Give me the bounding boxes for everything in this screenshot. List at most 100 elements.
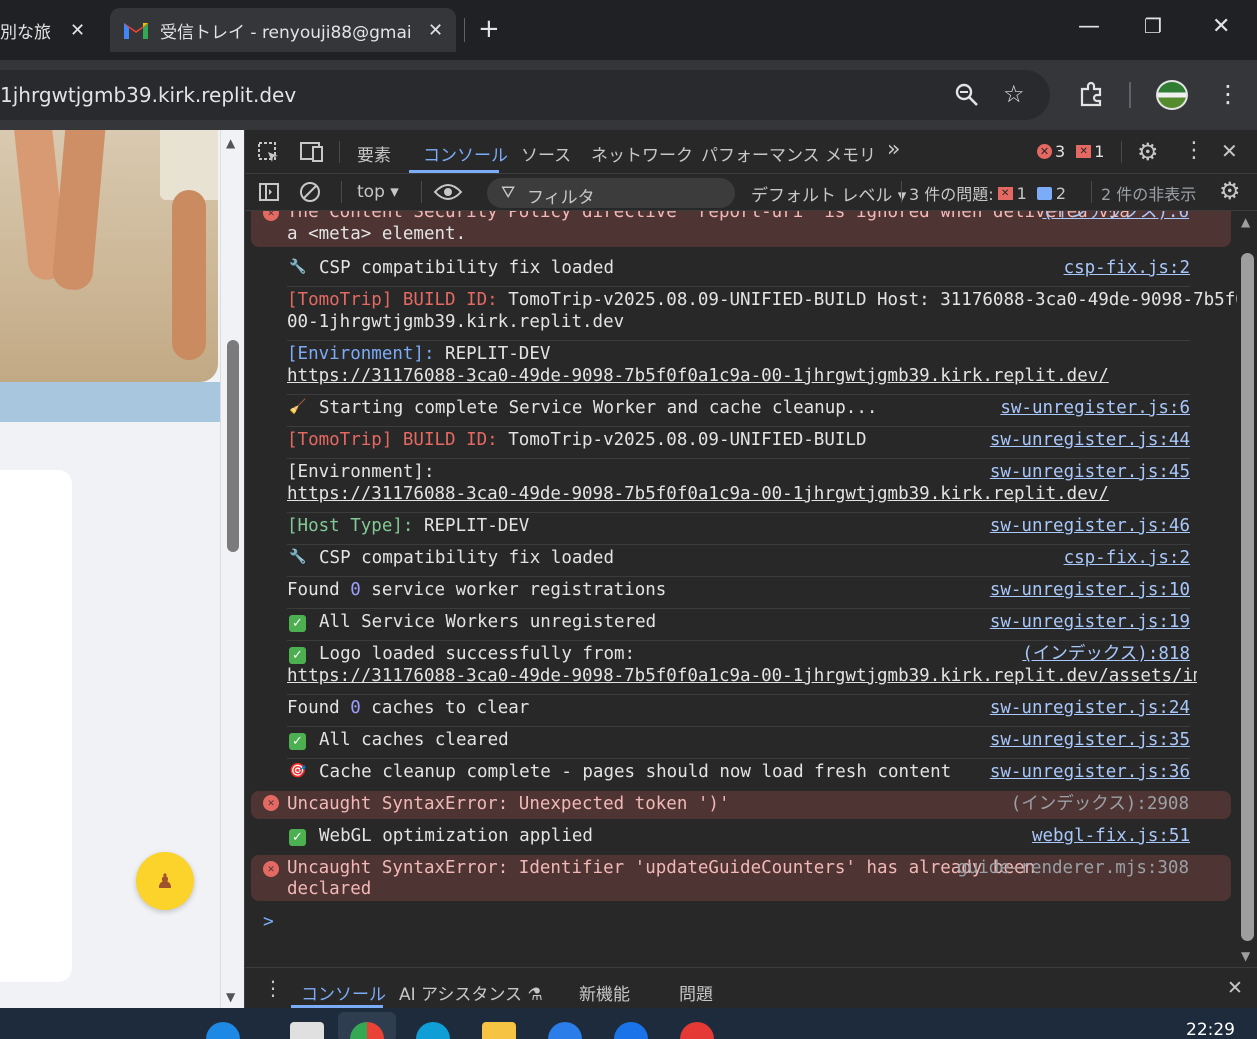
clear-console-icon[interactable] [299,181,321,203]
tab-sources[interactable]: ソース [521,141,571,166]
tab-close-icon[interactable]: ✕ [70,20,85,41]
context-value: top [357,182,385,202]
live-expression-eye-icon[interactable] [433,182,463,202]
source-link[interactable]: sw-unregister.js:44 [990,429,1190,451]
console-scrollbar[interactable]: ▲ ▼ [1237,211,1257,967]
scroll-down-icon[interactable]: ▼ [226,990,235,1004]
close-window-icon[interactable]: ✕ [1212,14,1230,39]
message-text: REPLIT-DEV [413,516,530,536]
sidebar-toggle-icon[interactable] [258,182,280,202]
divider [341,181,342,203]
error-icon: ✕ [263,795,279,811]
scroll-up-icon[interactable]: ▲ [1241,215,1250,229]
source-link[interactable]: sw-unregister.js:36 [990,761,1190,783]
bookmark-star-icon[interactable]: ☆ [1003,80,1025,108]
tab-elements[interactable]: 要素 [357,141,391,166]
taskbar-app-icon[interactable] [206,1022,240,1039]
source-link[interactable]: sw-unregister.js:19 [990,611,1190,633]
new-tab-button[interactable]: + [478,14,500,44]
console-prompt[interactable]: > [263,911,274,932]
page-scroll-thumb[interactable] [227,340,239,552]
source-link[interactable]: csp-fix.js:2 [1064,547,1190,569]
zoom-search-icon[interactable] [954,82,980,108]
drawer-tab-issues[interactable]: 問題 [679,980,713,1005]
source-link[interactable]: guide-renderer.mjs:308 [957,857,1189,879]
drawer-tab-console[interactable]: コンソール [301,980,386,1005]
source-link[interactable]: sw-unregister.js:46 [990,515,1190,537]
console-filter-input[interactable]: ⛛ フィルタ [487,178,735,208]
message-text: Starting complete Service Worker and cac… [319,398,878,418]
source-link[interactable]: (インデックス):2908 [1011,793,1189,815]
console-error-row[interactable]: ✕ The Content Security Policy directive … [251,211,1231,247]
target-icon: 🎯 [289,763,307,779]
source-link[interactable]: (インデックス):818 [1022,643,1190,665]
vscode-icon[interactable] [614,1022,648,1039]
log-levels-select[interactable]: デフォルト レベル ▾ [751,181,906,206]
drawer-tab-whats-new[interactable]: 新機能 [579,980,630,1005]
drawer-menu-icon[interactable]: ⋮ [263,976,283,1000]
file-explorer-icon[interactable] [482,1022,516,1039]
close-drawer-icon[interactable]: ✕ [1227,977,1243,999]
tab-console[interactable]: コンソール [423,141,508,166]
console-error-row[interactable]: ✕ Uncaught SyntaxError: Unexpected token… [251,791,1231,819]
console-error-row[interactable]: ✕ Uncaught SyntaxError: Identifier 'upda… [251,855,1231,901]
tab-title: 受信トレイ - renyouji88@gmail.com [160,22,412,43]
taskbar-app-icon[interactable] [290,1022,324,1039]
log-tag: [Environment]: [287,462,435,482]
tab-memory[interactable]: メモリ [825,141,876,166]
system-clock[interactable]: 22:29 [1186,1020,1235,1039]
tab-performance[interactable]: パフォーマンス [701,141,820,166]
devtools-menu-icon[interactable]: ⋮ [1183,138,1205,163]
source-link[interactable]: sw-unregister.js:45 [990,461,1190,483]
divider [421,181,422,203]
console-scroll-thumb[interactable] [1241,253,1254,941]
close-devtools-icon[interactable]: ✕ [1221,139,1238,163]
source-link[interactable]: sw-unregister.js:10 [990,579,1190,601]
browser-tab[interactable]: 別な旅 ✕ [0,8,100,52]
source-link[interactable]: sw-unregister.js:35 [990,729,1190,751]
url-link[interactable]: https://31176088-3ca0-49de-9098-7b5f0f0a… [287,665,1197,687]
device-toolbar-icon[interactable] [299,141,325,163]
devtools-drawer: ⋮ コンソール AI アシスタンス ⚗ 新機能 問題 ✕ [245,967,1257,1008]
check-icon: ✓ [289,829,306,846]
source-link[interactable]: webgl-fix.js:51 [1032,825,1190,847]
source-link[interactable]: (インデックス):6 [1042,211,1189,223]
profile-avatar[interactable] [1156,80,1188,110]
guide-fab-button[interactable]: ♟ [136,852,194,910]
taskbar-app-icon[interactable] [680,1022,714,1039]
error-count-badge[interactable]: ✕ 3 ✕ 1 [1037,142,1104,161]
url-link[interactable]: https://31176088-3ca0-49de-9098-7b5f0f0a… [287,365,1109,387]
tab-network[interactable]: ネットワーク [591,141,693,166]
browser-tab-gmail[interactable]: 受信トレイ - renyouji88@gmail.com ✕ [110,8,456,52]
issues-counter[interactable]: 3 件の問題: ✕ 1 2 [909,181,1066,205]
source-link[interactable]: sw-unregister.js:24 [990,697,1190,719]
console-log-row: ✓ Logo loaded successfully from: (インデックス… [287,641,1197,695]
extensions-puzzle-icon[interactable] [1078,80,1106,108]
log-tag: [TomoTrip] BUILD ID: [287,290,498,310]
taskbar-app-icon[interactable] [548,1022,582,1039]
source-link[interactable]: csp-fix.js:2 [1064,257,1190,279]
settings-gear-icon[interactable]: ⚙ [1137,138,1159,166]
scroll-down-icon[interactable]: ▼ [1241,949,1250,963]
context-select[interactable]: top ▾ [357,182,399,202]
drawer-tab-ai-assistance[interactable]: AI アシスタンス ⚗ [399,980,543,1005]
message-text: Cache cleanup complete - pages should no… [319,762,952,782]
address-bar[interactable]: 1jhrgwtjgmb39.kirk.replit.dev [0,70,1050,120]
tab-close-icon[interactable]: ✕ [428,20,443,41]
filter-placeholder: フィルタ [527,188,595,208]
issues-info-count: 2 [1055,183,1067,203]
more-tabs-icon[interactable]: » [887,137,900,162]
browser-toolbar: 1jhrgwtjgmb39.kirk.replit.dev ☆ ⋮ [0,60,1257,130]
page-scrollbar[interactable]: ▲ ▼ [220,130,244,1008]
browser-menu-icon[interactable]: ⋮ [1216,80,1240,108]
message-number: 0 [350,698,361,718]
edge-icon[interactable] [416,1022,450,1039]
inspect-element-icon[interactable] [257,141,281,165]
scroll-up-icon[interactable]: ▲ [226,136,235,150]
minimize-icon[interactable]: — [1078,14,1100,39]
message-text: WebGL optimization applied [319,826,593,846]
restore-icon[interactable]: ❐ [1144,14,1162,38]
source-link[interactable]: sw-unregister.js:6 [1000,397,1190,419]
console-settings-icon[interactable]: ⚙ [1219,177,1241,205]
url-link[interactable]: https://31176088-3ca0-49de-9098-7b5f0f0a… [287,483,1109,505]
